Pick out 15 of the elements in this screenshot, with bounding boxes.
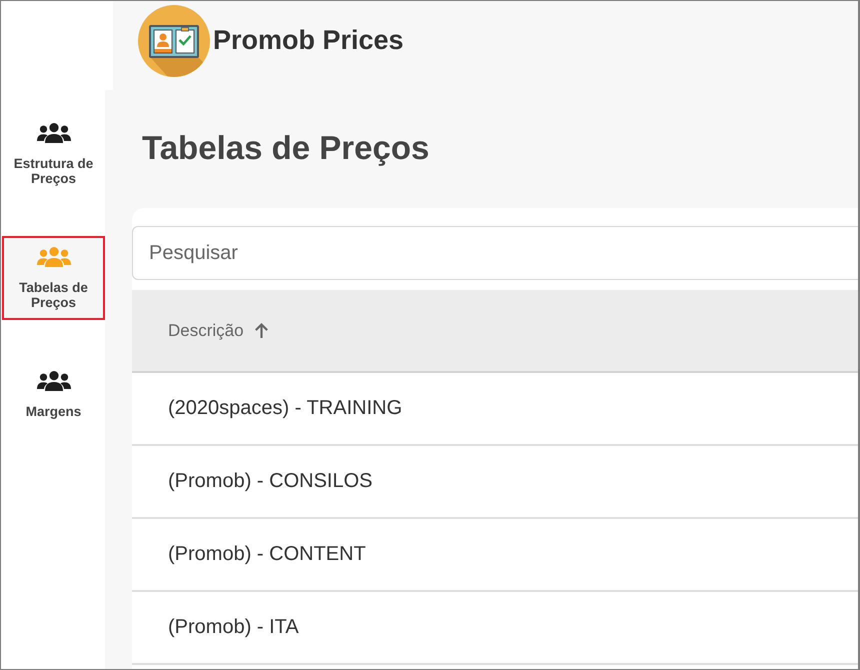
sidebar-item[interactable]: Tabelas de Preços bbox=[2, 236, 105, 320]
app-name: Promob Prices bbox=[213, 25, 404, 56]
logo-icon bbox=[138, 4, 210, 76]
search-field[interactable]: Pesquisar bbox=[132, 226, 858, 280]
table-cell: (2020spaces) - TRAINING bbox=[168, 397, 402, 420]
page-title: Tabelas de Preços bbox=[142, 128, 430, 168]
sidebar-item[interactable]: Margens bbox=[2, 360, 105, 444]
sidebar-item[interactable]: Estrutura de Preços bbox=[2, 112, 105, 196]
people-icon bbox=[36, 247, 70, 267]
table-cell: (Promob) - ITA bbox=[168, 616, 299, 639]
column-header[interactable]: Descrição bbox=[168, 320, 268, 340]
table-cell: (Promob) - CONTENT bbox=[168, 543, 366, 566]
people-icon bbox=[36, 123, 70, 143]
table-cell: (Promob) - CONSILOS bbox=[168, 470, 372, 493]
people-icon bbox=[36, 371, 70, 391]
